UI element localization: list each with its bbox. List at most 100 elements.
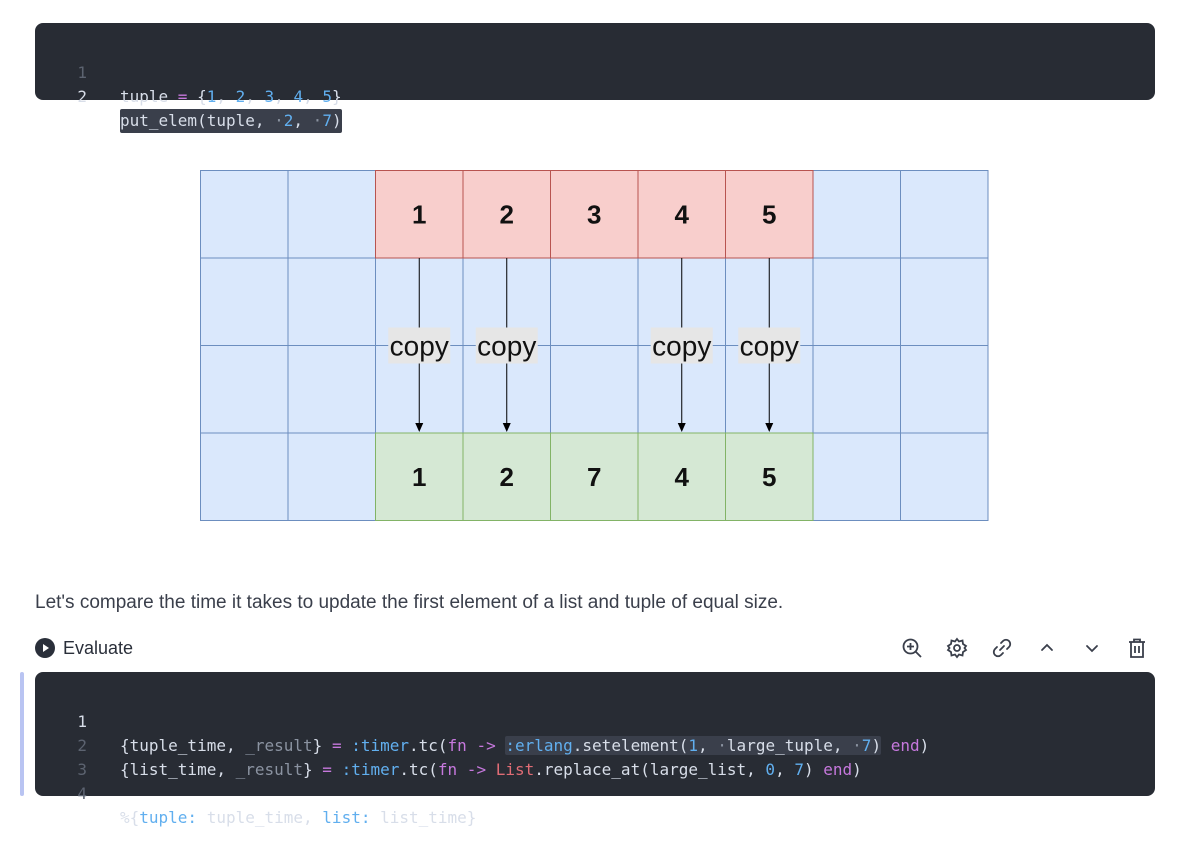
code-token: tuple <box>120 87 169 106</box>
code-token: ) <box>871 736 882 755</box>
code-token: list_time} <box>370 808 477 827</box>
line-number: 2 <box>77 87 87 106</box>
code-token: :erlang <box>505 736 573 755</box>
chevron-up-icon[interactable] <box>1035 636 1059 660</box>
cell-value: 1 <box>412 199 426 229</box>
code-token: fn <box>437 760 458 779</box>
cell-value: 5 <box>762 462 776 492</box>
code-token: _result <box>235 760 304 779</box>
code-token: {list_time, <box>120 760 236 779</box>
grid-cell <box>200 345 289 434</box>
code-token: 2 <box>235 87 246 106</box>
code-token: , <box>293 111 313 130</box>
code-line: 2 put_elem(tuple, ·2, ·7) <box>35 61 342 133</box>
grid-cell <box>200 257 289 346</box>
grid-cell <box>287 432 376 521</box>
code-token: tuple_time, <box>197 808 323 827</box>
code-token: 5 <box>322 87 332 106</box>
code-token: · <box>312 111 323 130</box>
code-token: · <box>717 736 727 755</box>
code-token: large_tuple, <box>726 736 853 755</box>
chevron-down-icon[interactable] <box>1080 636 1104 660</box>
link-icon[interactable] <box>990 636 1014 660</box>
grid-cell <box>900 170 989 259</box>
code-token: end <box>823 760 853 779</box>
code-token: 3 <box>264 87 275 106</box>
code-token: = <box>312 760 342 779</box>
code-token: 4 <box>293 87 304 106</box>
code-token: , <box>274 87 294 106</box>
code-token: {tuple_time, <box>120 736 246 755</box>
code-token: 7 <box>794 760 804 779</box>
code-token: 7 <box>322 111 332 130</box>
code-line: 2 {list_time, _result} = :timer.tc(fn ->… <box>35 710 861 779</box>
code-token: .tc( <box>399 760 438 779</box>
trash-icon[interactable] <box>1125 636 1149 660</box>
code-token: · <box>274 111 284 130</box>
explanation-text: Let's compare the time it takes to updat… <box>35 592 784 613</box>
cell-value: 7 <box>587 462 601 492</box>
code-token: .setelement( <box>572 736 689 755</box>
grid-cell <box>812 257 901 346</box>
code-token: _result <box>245 736 313 755</box>
code-line: 3 <box>35 734 87 779</box>
code-token: } <box>312 736 323 755</box>
play-icon <box>35 638 55 658</box>
cell-value: 3 <box>587 199 601 229</box>
code-token: fn <box>447 736 467 755</box>
code-token: , <box>698 736 718 755</box>
code-token: List <box>495 760 535 779</box>
copy-label: copy <box>740 331 799 362</box>
grid-cell <box>287 257 376 346</box>
code-token: .tc( <box>409 736 448 755</box>
code-cell-timing[interactable]: 1 {tuple_time, _result} = :timer.tc(fn -… <box>35 672 1155 827</box>
cell-value: 1 <box>412 462 426 492</box>
code-token: = <box>322 736 352 755</box>
code-token: :timer <box>351 736 410 755</box>
cell-value: 2 <box>500 199 514 229</box>
code-token: 1 <box>206 87 217 106</box>
evaluate-label: Evaluate <box>63 637 134 658</box>
grid-cell <box>550 257 639 346</box>
copy-label: copy <box>390 331 449 362</box>
cell-value: 4 <box>675 199 690 229</box>
code-token: .replace_at(large_list, <box>534 760 766 779</box>
code-token: , <box>775 760 795 779</box>
zoom-in-icon[interactable] <box>900 636 924 660</box>
grid-cell <box>900 257 989 346</box>
copy-label: copy <box>477 331 536 362</box>
code-token: ) <box>919 736 930 755</box>
code-line: 1 {tuple_time, _result} = :timer.tc(fn -… <box>35 686 929 755</box>
code-token: end <box>890 736 920 755</box>
code-token: = <box>168 87 198 106</box>
code-token: ) <box>803 760 814 779</box>
code-cell-tuple[interactable]: 1 tuple = {1, 2, 3, 4, 5} 2 put_elem(tup… <box>35 23 1155 133</box>
code-token: :timer <box>341 760 400 779</box>
code-line: 1 tuple = {1, 2, 3, 4, 5} <box>35 37 341 106</box>
grid-cell <box>900 345 989 434</box>
evaluate-button[interactable]: Evaluate <box>35 638 133 659</box>
code-token: , <box>245 87 265 106</box>
code-token: list: <box>322 808 371 827</box>
grid-cell <box>200 432 289 521</box>
code-token: 1 <box>688 736 699 755</box>
code-token: , <box>303 87 323 106</box>
gear-icon[interactable] <box>945 636 969 660</box>
line-number: 4 <box>77 784 87 803</box>
cell-toolbar <box>900 636 1149 660</box>
code-token: ) <box>852 760 862 779</box>
grid-cell <box>812 432 901 521</box>
code-token: ) <box>331 111 342 130</box>
code-token: , <box>216 87 236 106</box>
code-token: %{ <box>120 808 140 827</box>
code-token: { <box>197 87 207 106</box>
code-token: put_elem(tuple, <box>120 111 275 130</box>
code-token: 0 <box>765 760 776 779</box>
grid-cell <box>550 345 639 434</box>
code-token: -> <box>457 760 496 779</box>
copy-label: copy <box>652 331 711 362</box>
grid-cell <box>200 170 289 259</box>
code-token: tuple: <box>139 808 198 827</box>
